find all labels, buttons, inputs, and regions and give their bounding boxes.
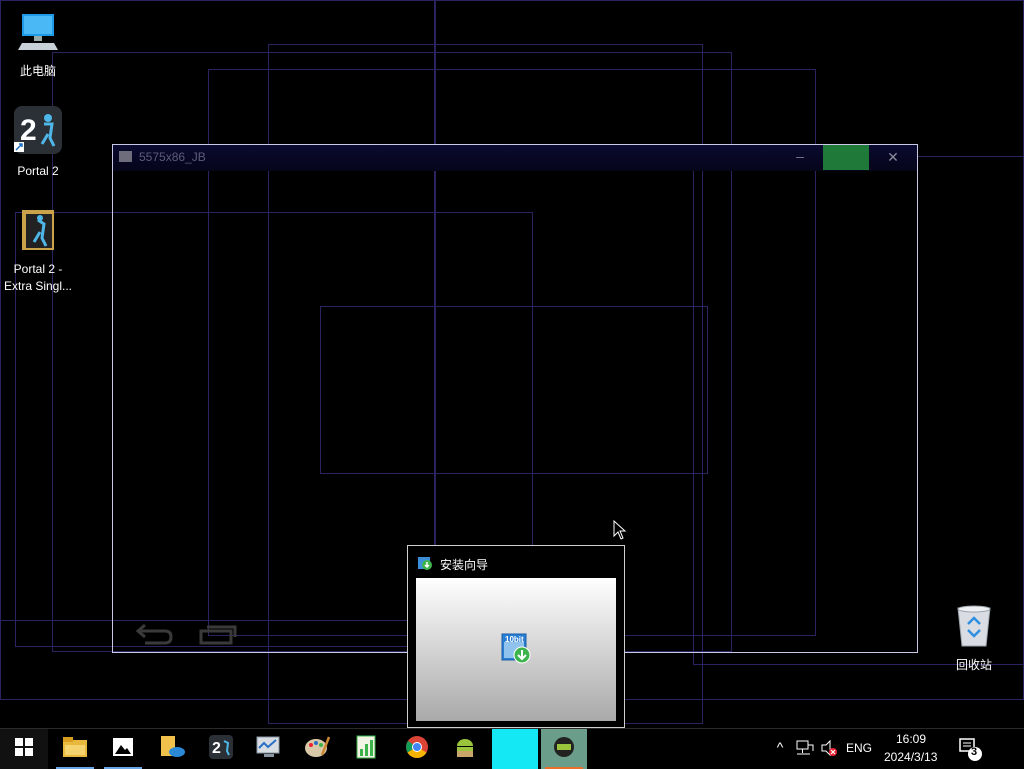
and-emulator-icon bbox=[552, 735, 576, 764]
clock-date[interactable]: 2024/3/13 bbox=[884, 750, 937, 764]
onedrive-folder-icon bbox=[161, 735, 185, 763]
action-center-button[interactable]: 3 bbox=[958, 737, 982, 766]
network-icon[interactable] bbox=[796, 739, 814, 762]
desktop-icon-portal2-extra[interactable]: Portal 2 - Extra Singl... bbox=[0, 208, 76, 295]
taskbar-and-emulator[interactable] bbox=[541, 729, 587, 769]
clock-time[interactable]: 16:09 bbox=[896, 732, 926, 746]
chrome-icon bbox=[405, 735, 429, 764]
taskbar-android[interactable] bbox=[442, 729, 488, 769]
windows-start-icon bbox=[15, 737, 33, 761]
taskbar-cyan-app[interactable] bbox=[492, 729, 538, 769]
desktop-icon-label: Portal 2 - Extra Singl... bbox=[3, 262, 73, 293]
computer-icon bbox=[0, 10, 76, 59]
emulator-window-title: 5575x86_JB bbox=[139, 150, 206, 164]
back-arrow-icon[interactable] bbox=[135, 621, 175, 650]
portal2-folder-icon bbox=[0, 208, 76, 257]
taskbar-system-monitor[interactable] bbox=[246, 729, 292, 769]
installer-title: 安装向导 bbox=[440, 558, 489, 572]
taskbar-paint[interactable] bbox=[294, 729, 340, 769]
taskbar-chart-document[interactable] bbox=[344, 729, 390, 769]
volume-muted-icon[interactable] bbox=[820, 739, 838, 762]
mouse-cursor-icon bbox=[613, 519, 627, 545]
installer-title-icon bbox=[417, 555, 433, 576]
file-explorer-icon bbox=[63, 736, 87, 762]
tray-overflow-button[interactable]: ^ bbox=[772, 739, 788, 755]
desktop-icon-this-pc[interactable]: 此电脑 bbox=[0, 10, 76, 80]
taskbar-photos[interactable] bbox=[100, 729, 146, 769]
taskbar: 2 ^ ENG 16:09 2024/3/13 3 bbox=[0, 728, 1024, 769]
taskbar-chrome[interactable] bbox=[394, 729, 440, 769]
portal2-taskbar-icon: 2 bbox=[209, 734, 233, 764]
desktop-icon-label: Portal 2 bbox=[17, 164, 59, 178]
emulator-window-icon bbox=[119, 151, 132, 162]
android-icon bbox=[453, 735, 477, 764]
taskbar-onedrive-folder[interactable] bbox=[150, 729, 196, 769]
10bit-badge: 10bit bbox=[505, 635, 524, 644]
desktop-icon-label: 回收站 bbox=[955, 658, 992, 672]
desktop-icon-recycle-bin[interactable]: 回收站 bbox=[936, 604, 1012, 674]
desktop-icon-label: 此电脑 bbox=[19, 64, 56, 78]
maximize-button[interactable] bbox=[823, 145, 869, 170]
portal2-game-icon: 2 bbox=[0, 106, 76, 159]
recycle-bin-icon bbox=[936, 604, 1012, 653]
start-button[interactable] bbox=[0, 729, 48, 769]
photos-icon bbox=[113, 737, 133, 761]
system-monitor-icon bbox=[256, 736, 282, 763]
taskbar-file-explorer[interactable] bbox=[52, 729, 98, 769]
recent-apps-icon[interactable] bbox=[199, 623, 239, 650]
installer-window-preview[interactable]: 安装向导 10bit bbox=[407, 545, 625, 728]
language-indicator[interactable]: ENG bbox=[846, 741, 872, 755]
close-button[interactable]: ✕ bbox=[885, 149, 901, 165]
svg-text:2: 2 bbox=[212, 740, 221, 757]
taskbar-portal2[interactable]: 2 bbox=[198, 729, 244, 769]
chart-document-icon bbox=[356, 735, 378, 764]
emulator-title-bar[interactable]: 5575x86_JB – ✕ bbox=[113, 145, 917, 171]
10bit-installer-icon: 10bit bbox=[500, 632, 534, 671]
installer-preview-area: 10bit bbox=[416, 578, 616, 721]
notification-count: 3 bbox=[971, 746, 978, 758]
minimize-button[interactable]: – bbox=[793, 149, 807, 165]
paint-icon bbox=[304, 735, 331, 764]
desktop-icon-portal2[interactable]: 2 Portal 2 bbox=[0, 106, 76, 180]
